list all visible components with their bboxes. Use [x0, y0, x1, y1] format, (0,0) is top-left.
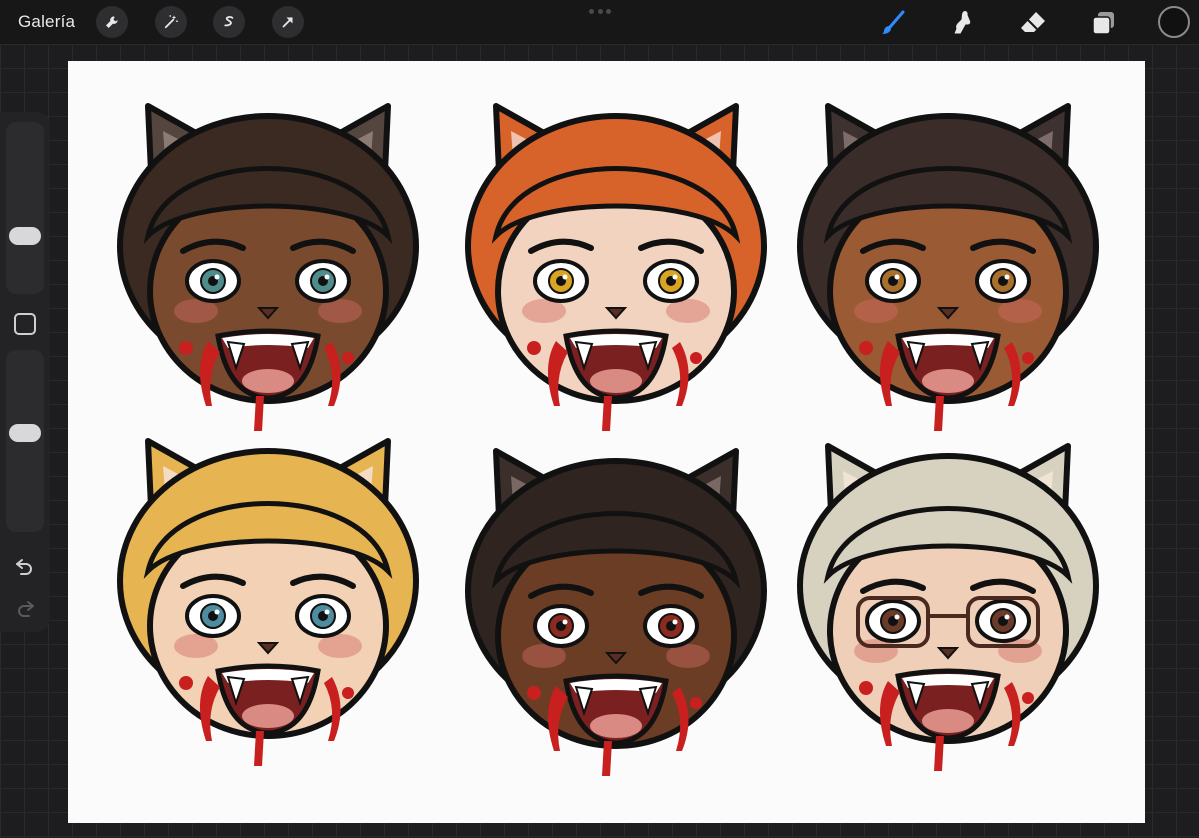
eye-shine-right [1004, 274, 1010, 280]
eye-shine-left [562, 274, 568, 280]
gallery-button[interactable]: Galería [18, 12, 75, 32]
eye-shine-right [324, 274, 330, 280]
tongue [590, 714, 642, 738]
modify-button[interactable] [14, 313, 36, 335]
face-5 [465, 448, 767, 776]
blood-splatter [859, 681, 873, 695]
eye-shine-left [214, 609, 220, 615]
top-toolbar: Galería [0, 0, 1199, 44]
eye-shine-left [894, 614, 900, 620]
undo-icon [16, 559, 32, 575]
face-6 [797, 443, 1099, 771]
magic-wand-icon [164, 15, 178, 29]
actions-button[interactable] [96, 6, 128, 38]
blood-splatter [859, 341, 873, 355]
blood-splatter [179, 341, 193, 355]
redo-button[interactable] [13, 596, 37, 620]
blood-splatter [1022, 352, 1034, 364]
eye-shine-right [672, 619, 678, 625]
smudge-icon [954, 11, 971, 34]
tongue [922, 369, 974, 393]
redo-icon [18, 601, 34, 617]
tongue [242, 369, 294, 393]
eraser-tool[interactable] [1018, 8, 1048, 38]
face-4 [117, 438, 419, 766]
eye-shine-left [562, 619, 568, 625]
face-1 [117, 103, 419, 431]
eye-shine-right [1004, 614, 1010, 620]
face-2 [465, 103, 767, 431]
transform-button[interactable] [272, 6, 304, 38]
blood-splatter [1022, 692, 1034, 704]
brush-icon [882, 10, 905, 34]
selection-button[interactable] [213, 6, 245, 38]
brush-size-thumb[interactable] [9, 227, 41, 246]
transform-arrow-icon [282, 17, 293, 28]
eye-shine-right [324, 609, 330, 615]
blood-splatter [527, 686, 541, 700]
layers-icon [1092, 12, 1114, 35]
selection-icon [224, 16, 234, 27]
blood-splatter [179, 676, 193, 690]
blood-splatter [342, 352, 354, 364]
layers-tool[interactable] [1089, 8, 1119, 38]
face-3 [797, 103, 1099, 431]
toolbar-grip[interactable] [589, 9, 611, 15]
undo-button[interactable] [13, 554, 37, 578]
drawing-canvas[interactable] [68, 61, 1145, 823]
blood-splatter [342, 687, 354, 699]
eye-shine-left [894, 274, 900, 280]
eye-shine-right [672, 274, 678, 280]
tongue [242, 704, 294, 728]
tongue [590, 369, 642, 393]
blood-splatter [527, 341, 541, 355]
wrench-icon [106, 16, 118, 28]
eye-shine-left [214, 274, 220, 280]
adjustments-button[interactable] [155, 6, 187, 38]
tongue [922, 709, 974, 733]
brush-tool[interactable] [878, 8, 908, 38]
opacity-thumb[interactable] [9, 424, 41, 443]
eraser-icon [1021, 12, 1045, 32]
artwork-vampire-cat-faces [117, 103, 1099, 776]
brush-size-slider[interactable] [6, 122, 44, 294]
sidebar [0, 112, 50, 632]
smudge-tool[interactable] [948, 8, 978, 38]
color-swatch[interactable] [1158, 6, 1190, 38]
blood-splatter [690, 352, 702, 364]
blood-splatter [690, 697, 702, 709]
